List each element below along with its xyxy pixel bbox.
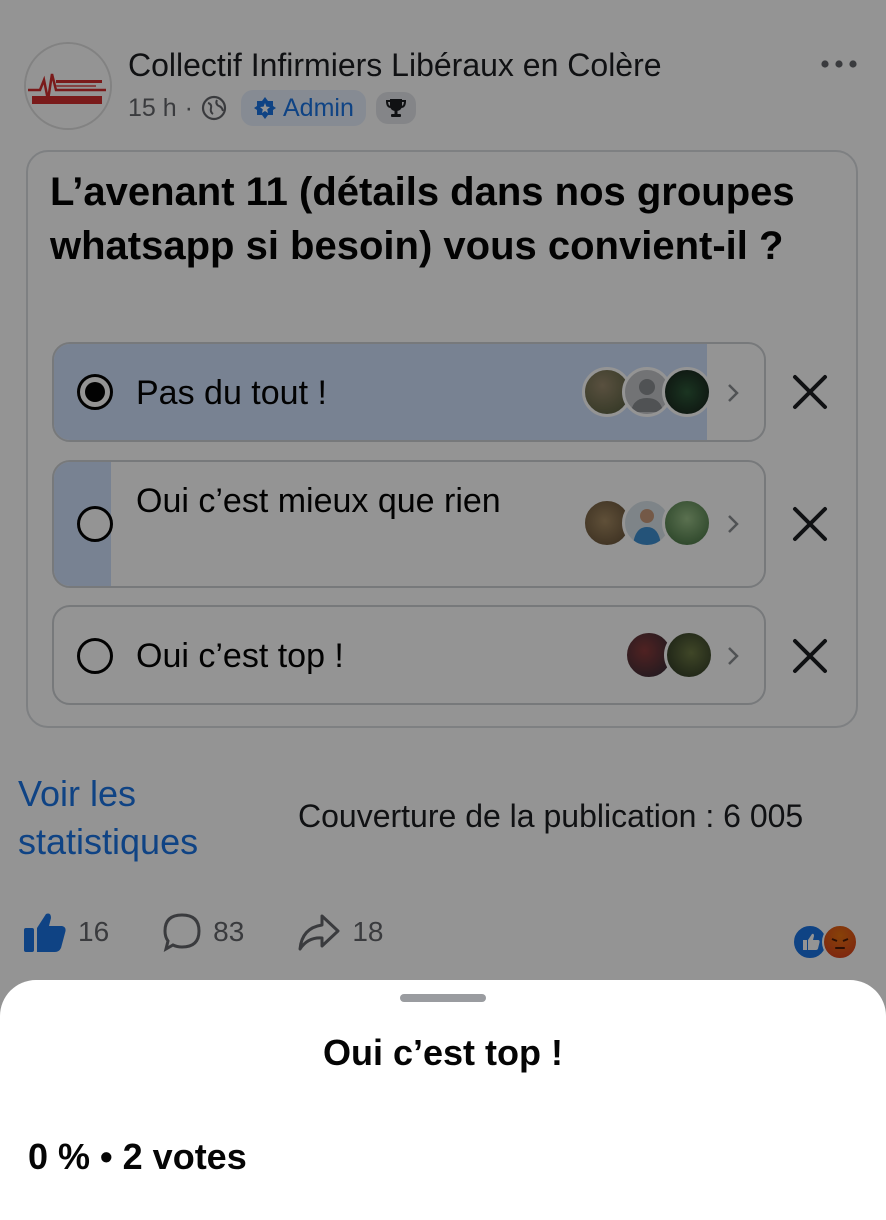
vote-count: 2 votes <box>122 1136 247 1177</box>
vote-summary: 0 % • 2 votes <box>28 1136 247 1178</box>
vote-separator: • <box>100 1136 113 1177</box>
sheet-grabber[interactable] <box>400 994 486 1002</box>
sheet-title: Oui c’est top ! <box>322 1032 563 1073</box>
vote-percent: 0 % <box>28 1136 91 1177</box>
votes-bottom-sheet: Oui c’est top ! 0 % • 2 votes <box>0 980 886 1220</box>
